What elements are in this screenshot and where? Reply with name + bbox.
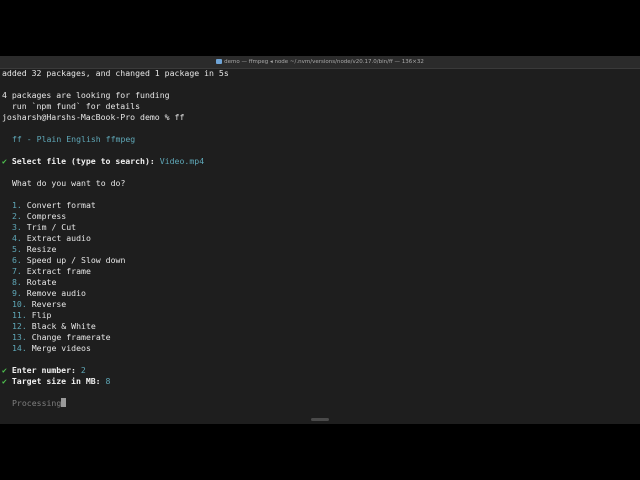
window-title-wrap: demo — ffmpeg ◂ node ~/.nvm/versions/nod… bbox=[0, 56, 640, 68]
question-line: What do you want to do? bbox=[12, 178, 126, 188]
check-icon: ✔ bbox=[2, 156, 7, 166]
menu-item-number: 10. bbox=[12, 299, 27, 309]
npm-added-line: added 32 packages, and changed 1 package… bbox=[2, 68, 229, 78]
target-size-line: ✔ Target size in MB: 8 bbox=[2, 376, 640, 387]
menu-item-number: 3. bbox=[12, 222, 22, 232]
menu-item-speed: 6. Speed up / Slow down bbox=[2, 255, 640, 266]
menu-item-reverse: 10. Reverse bbox=[2, 299, 640, 310]
menu-item-convert-format: 1. Convert format bbox=[2, 200, 640, 211]
shell-prompt: josharsh@Harshs-MacBook-Pro demo % ff bbox=[2, 112, 185, 122]
menu-item-label: Black & White bbox=[31, 321, 96, 331]
menu-item-label: Change framerate bbox=[31, 332, 111, 342]
menu-item-number: 11. bbox=[12, 310, 27, 320]
menu-item-number: 5. bbox=[12, 244, 22, 254]
menu-item-resize: 5. Resize bbox=[2, 244, 640, 255]
terminal-output[interactable]: added 32 packages, and changed 1 package… bbox=[2, 68, 640, 409]
menu-item-rotate: 8. Rotate bbox=[2, 277, 640, 288]
menu-item-label: Resize bbox=[26, 244, 57, 254]
menu-item-number: 2. bbox=[12, 211, 22, 221]
menu-item-label: Convert format bbox=[26, 200, 96, 210]
menu-item-extract-frame: 7. Extract frame bbox=[2, 266, 640, 277]
select-file-line: ✔ Select file (type to search): Video.mp… bbox=[2, 156, 640, 167]
enter-number-label: Enter number: bbox=[11, 365, 76, 375]
menu-item-label: Flip bbox=[31, 310, 52, 320]
menu-item-merge-videos: 14. Merge videos bbox=[2, 343, 640, 354]
menu-item-compress: 2. Compress bbox=[2, 211, 640, 222]
enter-number-value: 2 bbox=[80, 365, 86, 375]
check-icon: ✔ bbox=[2, 376, 7, 386]
menu-item-label: Reverse bbox=[31, 299, 67, 309]
folder-icon bbox=[216, 59, 223, 64]
menu-item-remove-audio: 9. Remove audio bbox=[2, 288, 640, 299]
menu-item-number: 8. bbox=[12, 277, 22, 287]
menu-item-number: 4. bbox=[12, 233, 22, 243]
funding-line-1: 4 packages are looking for funding bbox=[2, 90, 170, 100]
menu-item-label: Trim / Cut bbox=[26, 222, 77, 232]
scroll-indicator[interactable] bbox=[311, 418, 329, 421]
menu-item-number: 13. bbox=[12, 332, 27, 342]
menu-item-number: 12. bbox=[12, 321, 27, 331]
target-size-label: Target size in MB: bbox=[11, 376, 101, 386]
funding-line-2: run `npm fund` for details bbox=[2, 101, 141, 111]
menu-item-number: 14. bbox=[12, 343, 27, 353]
terminal-window: demo — ffmpeg ◂ node ~/.nvm/versions/nod… bbox=[0, 56, 640, 424]
check-icon: ✔ bbox=[2, 365, 7, 375]
status-text: Processing bbox=[12, 398, 62, 408]
menu-item-extract-audio: 4. Extract audio bbox=[2, 233, 640, 244]
enter-number-line: ✔ Enter number: 2 bbox=[2, 365, 640, 376]
menu-item-label: Remove audio bbox=[26, 288, 86, 298]
target-size-value: 8 bbox=[105, 376, 111, 386]
menu-item-label: Extract frame bbox=[26, 266, 91, 276]
menu-item-trim-cut: 3. Trim / Cut bbox=[2, 222, 640, 233]
menu-item-number: 9. bbox=[12, 288, 22, 298]
menu-item-number: 7. bbox=[12, 266, 22, 276]
menu-item-label: Rotate bbox=[26, 277, 57, 287]
menu-item-label: Merge videos bbox=[31, 343, 91, 353]
select-file-value: Video.mp4 bbox=[159, 156, 205, 166]
menu-item-label: Speed up / Slow down bbox=[26, 255, 126, 265]
app-header: ff - Plain English ffmpeg bbox=[12, 134, 136, 144]
menu-item-label: Compress bbox=[26, 211, 67, 221]
window-title: demo — ffmpeg ◂ node ~/.nvm/versions/nod… bbox=[224, 59, 424, 65]
text-cursor bbox=[61, 398, 67, 407]
status-line: Processing bbox=[2, 398, 640, 409]
menu-item-number: 6. bbox=[12, 255, 22, 265]
menu-item-label: Extract audio bbox=[26, 233, 91, 243]
select-file-label: Select file (type to search): bbox=[11, 156, 155, 166]
menu-item-black-white: 12. Black & White bbox=[2, 321, 640, 332]
menu-item-change-framerate: 13. Change framerate bbox=[2, 332, 640, 343]
menu-item-number: 1. bbox=[12, 200, 22, 210]
menu-item-flip: 11. Flip bbox=[2, 310, 640, 321]
